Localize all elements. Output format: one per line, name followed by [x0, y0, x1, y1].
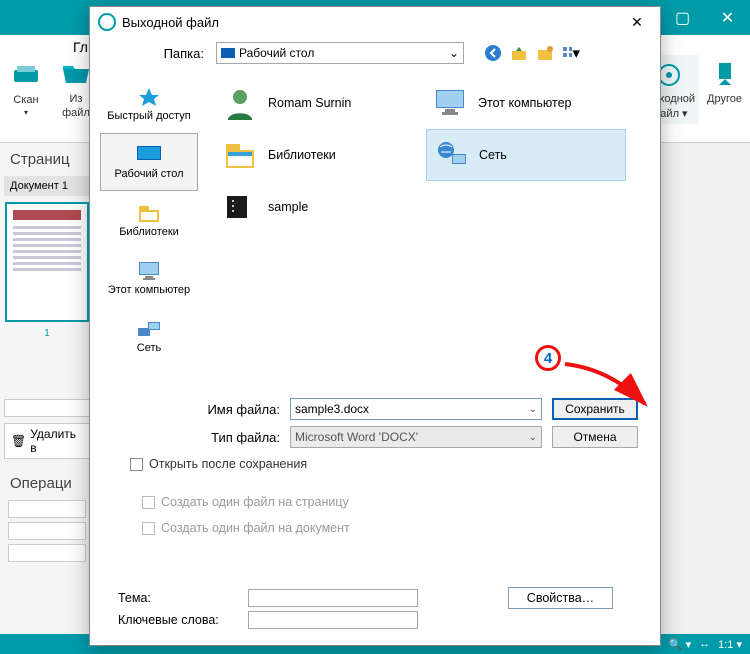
place-libraries[interactable]: Библиотеки: [100, 191, 198, 249]
operation-field-1[interactable]: [8, 500, 86, 518]
cancel-button[interactable]: Отмена: [552, 426, 638, 448]
ribbon-other[interactable]: Другое: [703, 55, 746, 124]
share-icon: [709, 59, 741, 91]
statusbar-search-icon[interactable]: 🔍 ▾: [669, 638, 691, 651]
folder-icon: [222, 189, 258, 225]
folder-label: Папка:: [90, 46, 208, 61]
keywords-label: Ключевые слова:: [118, 613, 248, 627]
libraries-icon: [135, 202, 163, 224]
dialog-titlebar: Выходной файл ✕: [90, 7, 660, 37]
pages-heading: Страниц: [4, 147, 90, 172]
zoom-slider[interactable]: [4, 399, 90, 417]
folder-value: Рабочий стол: [239, 46, 314, 60]
keywords-input[interactable]: [248, 611, 418, 629]
delete-button[interactable]: 🗑 Удалить в: [4, 423, 90, 459]
subject-label: Тема:: [118, 591, 248, 605]
properties-button[interactable]: Свойства…: [508, 587, 613, 609]
document-tab[interactable]: Документ 1: [4, 176, 90, 196]
pc-icon: [135, 260, 163, 282]
form-area: Имя файла: sample3.docx⌄ Сохранить Тип ф…: [90, 389, 660, 547]
libraries-icon: [222, 137, 258, 173]
operation-field-2[interactable]: [8, 522, 86, 540]
network-icon: [433, 137, 469, 173]
one-per-doc-checkbox: Создать один файл на документ: [90, 515, 646, 541]
place-quick-access[interactable]: Быстрый доступ: [100, 75, 198, 133]
file-browser: Быстрый доступ Рабочий стол Библиотеки Э…: [90, 69, 660, 389]
ribbon-scan[interactable]: Скан ▾: [6, 56, 46, 121]
item-network[interactable]: Сеть: [426, 129, 626, 181]
close-app-button[interactable]: ✕: [705, 0, 750, 35]
app-icon: [98, 13, 116, 31]
folder-combobox[interactable]: Рабочий стол ⌄: [216, 42, 464, 64]
filename-label: Имя файла:: [90, 402, 290, 417]
scanner-icon: [10, 60, 42, 92]
ribbon-scan-label: Скан: [13, 94, 38, 106]
operation-field-3[interactable]: [8, 544, 86, 562]
ribbon-other-label: Другое: [707, 93, 742, 105]
checkbox-icon: [142, 522, 155, 535]
item-sample-folder[interactable]: sample: [216, 181, 426, 233]
trash-icon: 🗑: [11, 434, 26, 448]
file-list[interactable]: Romam Surnin Этот компьютер Библиотеки С…: [208, 69, 660, 389]
place-thispc[interactable]: Этот компьютер: [100, 249, 198, 307]
close-dialog-button[interactable]: ✕: [622, 14, 652, 31]
view-menu-icon[interactable]: ▾: [562, 44, 580, 62]
network-icon: [135, 318, 163, 340]
one-per-page-checkbox: Создать один файл на страницу: [90, 489, 646, 515]
place-desktop[interactable]: Рабочий стол: [100, 133, 198, 191]
folder-open-icon: [60, 59, 92, 91]
desktop-icon: [221, 48, 235, 58]
page-thumbnail[interactable]: [5, 202, 89, 322]
left-panel: Страниц Документ 1 1 🗑 Удалить в Операци: [0, 143, 95, 634]
chevron-down-icon: ⌄: [449, 46, 459, 60]
save-dialog: Выходной файл ✕ Папка: Рабочий стол ⌄ ▾ …: [89, 6, 661, 646]
operations-heading: Операци: [4, 471, 90, 496]
save-button[interactable]: Сохранить: [552, 398, 638, 420]
pc-icon: [432, 85, 468, 121]
place-network[interactable]: Сеть: [100, 307, 198, 365]
page-number: 1: [4, 328, 90, 339]
filetype-label: Тип файла:: [90, 430, 290, 445]
new-folder-icon[interactable]: [536, 44, 554, 62]
metadata-area: Тема: Свойства… Ключевые слова:: [90, 587, 660, 641]
star-icon: [135, 86, 163, 108]
item-user-folder[interactable]: Romam Surnin: [216, 77, 426, 129]
app-logo: [0, 0, 55, 35]
statusbar-fit-icon[interactable]: ↔: [699, 638, 710, 650]
user-icon: [222, 85, 258, 121]
filetype-select[interactable]: Microsoft Word 'DOCX'⌄: [290, 426, 542, 448]
annotation-step-marker: 4: [535, 345, 561, 371]
maximize-button[interactable]: ▢: [660, 0, 705, 35]
item-thispc[interactable]: Этот компьютер: [426, 77, 626, 129]
chevron-down-icon: ⌄: [529, 404, 537, 415]
back-icon[interactable]: [484, 44, 502, 62]
ribbon-fromfile-l2: файл: [62, 107, 90, 119]
statusbar-zoom[interactable]: 1:1 ▾: [718, 638, 742, 651]
item-libraries[interactable]: Библиотеки: [216, 129, 426, 181]
places-bar: Быстрый доступ Рабочий стол Библиотеки Э…: [90, 69, 208, 389]
ribbon-fromfile-l1: Из: [70, 93, 83, 105]
folder-row: Папка: Рабочий стол ⌄ ▾: [90, 37, 660, 69]
filename-input[interactable]: sample3.docx⌄: [290, 398, 542, 420]
delete-label: Удалить в: [30, 427, 83, 455]
desktop-icon: [135, 144, 163, 166]
open-after-checkbox[interactable]: Открыть после сохранения: [90, 451, 646, 477]
checkbox-icon: [130, 458, 143, 471]
dialog-title: Выходной файл: [122, 15, 219, 30]
subject-input[interactable]: [248, 589, 418, 607]
up-folder-icon[interactable]: [510, 44, 528, 62]
checkbox-icon: [142, 496, 155, 509]
chevron-down-icon: ⌄: [529, 432, 537, 443]
